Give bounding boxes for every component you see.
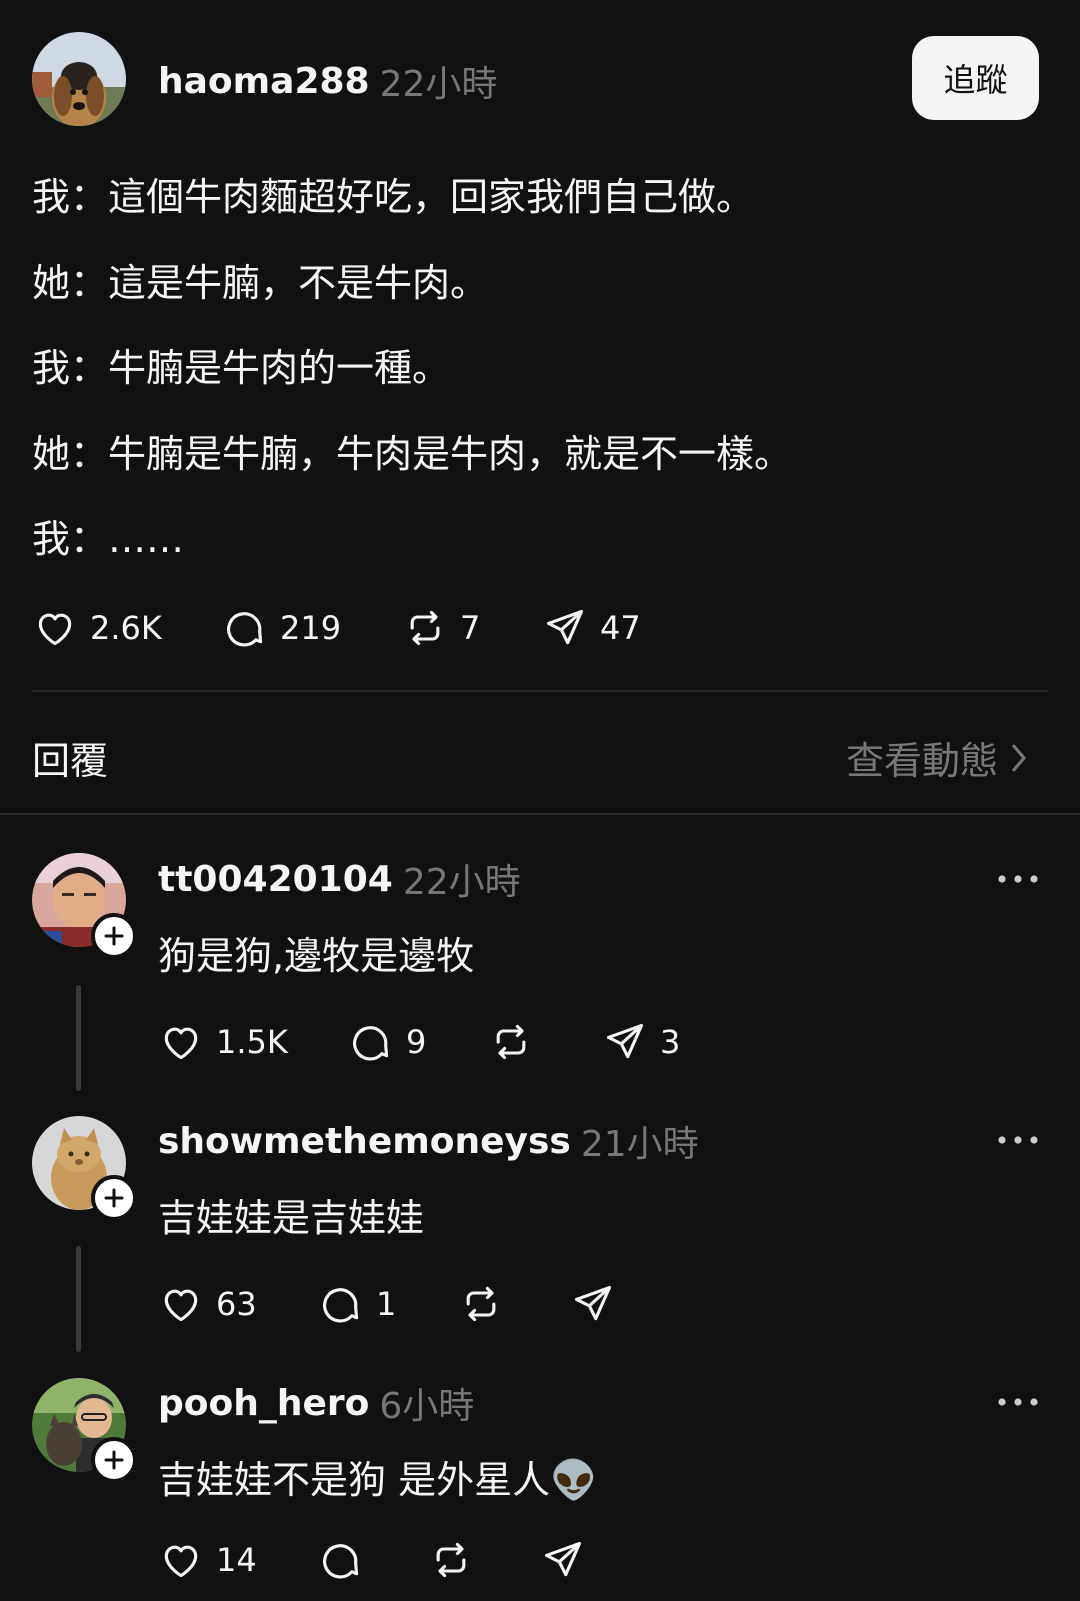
plus-icon	[104, 1450, 124, 1470]
share-button[interactable]: 47	[542, 603, 641, 653]
post-line-1: 我：這個牛肉麵超好吃，回家我們自己做。	[32, 175, 755, 219]
post-header: haoma288 22小時	[158, 58, 498, 106]
comment-bubble-icon	[323, 1544, 359, 1579]
like-button[interactable]: 14	[158, 1535, 257, 1585]
follow-plus-badge[interactable]	[91, 1437, 137, 1483]
more-horizontal-icon	[998, 1136, 1038, 1144]
author-username[interactable]: haoma288	[158, 61, 370, 102]
send-icon	[574, 1285, 612, 1321]
post-divider	[32, 690, 1048, 692]
follow-plus-badge[interactable]	[91, 913, 137, 959]
chevron-right-icon	[1012, 744, 1026, 771]
like-button[interactable]: 63	[158, 1279, 257, 1329]
post-time: 22小時	[379, 64, 498, 105]
repost-icon	[496, 1024, 526, 1060]
thread-line	[76, 985, 81, 1091]
repost-button[interactable]	[458, 1279, 504, 1329]
thread-line	[76, 1246, 81, 1352]
follow-button[interactable]: 追蹤	[912, 36, 1039, 120]
more-options-button[interactable]	[996, 1125, 1040, 1159]
repost-button[interactable]	[488, 1017, 534, 1067]
reply-time: 21小時	[580, 1124, 699, 1165]
send-icon	[546, 609, 584, 645]
post-line-2: 她：這是牛腩，不是牛肉。	[32, 261, 489, 305]
more-horizontal-icon	[998, 875, 1038, 883]
comment-button[interactable]: 9	[348, 1017, 426, 1067]
comment-button[interactable]: 219	[222, 603, 341, 653]
like-count: 63	[216, 1285, 257, 1323]
reply-username[interactable]: showmethemoneyss	[158, 1121, 571, 1162]
share-button[interactable]	[540, 1535, 586, 1585]
like-button[interactable]: 2.6K	[32, 603, 162, 653]
repost-count: 7	[460, 609, 481, 647]
heart-icon	[38, 613, 72, 646]
share-count: 3	[660, 1023, 681, 1061]
repost-icon	[466, 1286, 496, 1322]
more-horizontal-icon	[998, 1398, 1038, 1406]
repost-button[interactable]: 7	[402, 603, 480, 653]
post-line-3: 我：牛腩是牛肉的一種。	[32, 346, 451, 390]
heart-icon	[164, 1545, 198, 1578]
send-icon	[544, 1541, 582, 1577]
share-button[interactable]: 3	[602, 1017, 680, 1067]
comment-bubble-icon	[353, 1026, 389, 1061]
comment-count: 1	[376, 1285, 397, 1323]
reply-time: 22小時	[402, 862, 521, 903]
reply-header: showmethemoneyss 21小時	[158, 1118, 699, 1166]
reply-text: 吉娃娃是吉娃娃	[158, 1196, 425, 1240]
like-count: 1.5K	[216, 1023, 288, 1061]
view-activity-link[interactable]: 查看動態	[846, 730, 1030, 785]
heart-icon	[164, 1289, 198, 1322]
plus-icon	[104, 926, 124, 946]
follow-plus-badge[interactable]	[91, 1175, 137, 1221]
comment-button[interactable]: 1	[318, 1279, 396, 1329]
repost-button[interactable]	[428, 1535, 474, 1585]
view-activity-label: 查看動態	[846, 739, 999, 783]
post-line-4: 她：牛腩是牛腩，牛肉是牛肉，就是不一樣。	[32, 432, 793, 476]
plus-icon	[104, 1188, 124, 1208]
like-button[interactable]: 1.5K	[158, 1017, 288, 1067]
repost-icon	[436, 1542, 466, 1578]
reply-username[interactable]: tt00420104	[158, 859, 393, 900]
more-options-button[interactable]	[996, 1387, 1040, 1421]
author-avatar[interactable]	[32, 32, 126, 126]
like-count: 14	[216, 1541, 257, 1579]
send-icon	[606, 1023, 644, 1059]
comment-bubble-icon	[323, 1288, 359, 1323]
more-options-button[interactable]	[996, 864, 1040, 898]
like-count: 2.6K	[90, 609, 162, 647]
section-divider	[0, 813, 1080, 815]
reply-text: 狗是狗,邊牧是邊牧	[158, 934, 475, 978]
comment-bubble-icon	[227, 612, 263, 647]
post-line-5: 我：……	[32, 517, 185, 561]
repost-icon	[410, 610, 440, 646]
comment-count: 9	[406, 1023, 427, 1061]
reply-header: pooh_hero 6小時	[158, 1380, 475, 1428]
share-button[interactable]	[570, 1279, 616, 1329]
comment-count: 219	[280, 609, 342, 647]
share-count: 47	[600, 609, 641, 647]
reply-text: 吉娃娃不是狗 是外星人👽	[158, 1458, 598, 1502]
heart-icon	[164, 1027, 198, 1060]
replies-heading[interactable]: 回覆	[32, 730, 108, 785]
reply-username[interactable]: pooh_hero	[158, 1383, 369, 1424]
comment-button[interactable]	[318, 1535, 364, 1585]
dog-avatar-image	[32, 32, 126, 126]
reply-header: tt00420104 22小時	[158, 856, 521, 904]
reply-time: 6小時	[379, 1386, 475, 1427]
